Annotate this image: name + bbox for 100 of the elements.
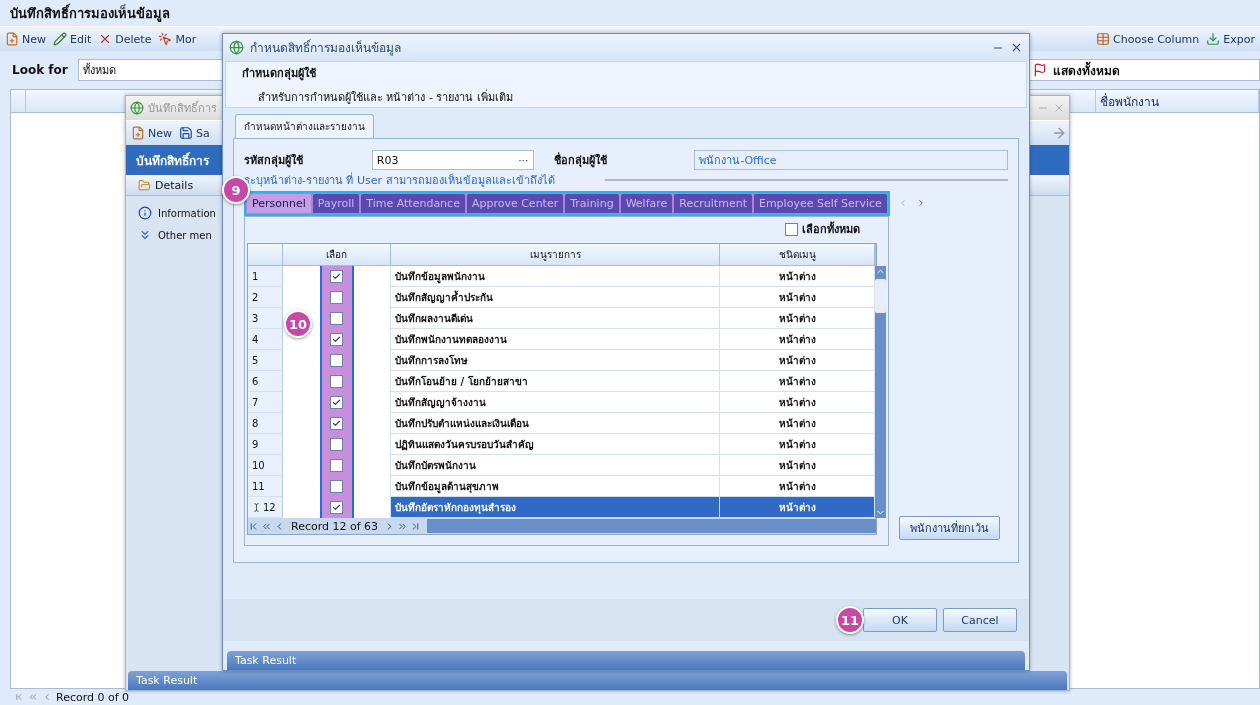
dialog-subheading: สำหรับการกำหนดผู้ใช้และ หน้าต่าง - รายงาน เพิ่มเติม [257, 88, 514, 106]
row-number: 11 [248, 476, 283, 497]
previous-icon[interactable] [42, 692, 52, 702]
group-code-field[interactable]: R03 ··· [371, 150, 534, 170]
table-cell: หน้าต่าง [720, 287, 875, 308]
module-tab[interactable]: Training [565, 194, 619, 213]
select-all-checkbox[interactable]: เลือกทั้งหมด [785, 221, 860, 237]
table-cell: บันทึกบัตรพนักงาน [391, 455, 720, 476]
toolbar-button[interactable]: Sa [176, 124, 213, 142]
table-cell: หน้าต่าง [720, 476, 875, 497]
toolbar-button[interactable]: New [2, 30, 49, 48]
save-icon [179, 126, 193, 140]
toolbar-button[interactable]: Choose Column [1093, 30, 1203, 48]
table-cell: หน้าต่าง [720, 413, 875, 434]
dialog-title: กำหนดสิทธิ์การมองเห็นข้อมูล [250, 38, 401, 57]
pager-text: Record 12 of 63 [290, 519, 380, 533]
table-cell: ปฏิทินแสดงวันครบรอบวันสำคัญ [391, 434, 720, 455]
info-icon [138, 206, 152, 220]
row-number: 6 [248, 371, 283, 392]
window-title: บันทึกสิทธิ์การ [148, 99, 217, 117]
table-cell: หน้าต่าง [720, 434, 875, 455]
hint-text: ระบุหน้าต่าง-รายงาน ที่ User สามารถมองเห็นข้อมูลและเข้าถึงได้ [244, 171, 555, 189]
column-header[interactable]: ชนิดเมนู [720, 244, 875, 266]
row-number: 10 [248, 455, 283, 476]
table-cell: หน้าต่าง [720, 497, 875, 518]
column-header[interactable]: ชื่อพนักงาน [1096, 90, 1259, 112]
new-document-icon [5, 32, 19, 46]
horizontal-scrollbar[interactable] [427, 519, 876, 533]
toolbar-button[interactable]: New [128, 124, 175, 142]
checkmark-icon [332, 398, 341, 407]
row-checkbox[interactable] [330, 333, 343, 346]
first-page-icon[interactable] [14, 692, 24, 702]
module-tab[interactable]: Approve Center [466, 194, 564, 213]
column-header[interactable]: เมนูรายการ [391, 244, 720, 266]
dialog-heading: กำหนดกลุ่มผู้ใช้ [242, 65, 317, 82]
module-tab[interactable]: Recruitment [674, 194, 752, 213]
toolbar-button[interactable]: Edit [50, 30, 95, 48]
pager-text: Record 0 of 0 [56, 690, 130, 704]
module-tab[interactable]: Payroll [312, 194, 360, 213]
flag-icon [1033, 63, 1047, 77]
nav-link[interactable]: Information [158, 207, 216, 219]
row-checkbox[interactable] [330, 438, 343, 451]
close-icon[interactable] [1010, 41, 1023, 54]
row-checkbox[interactable] [330, 459, 343, 472]
row-checkbox[interactable] [330, 501, 343, 514]
table-cell: บันทึกสัญญาจ้างงาน [391, 392, 720, 413]
row-checkbox[interactable] [330, 354, 343, 367]
row-checkbox[interactable] [330, 270, 343, 283]
row-checkbox[interactable] [330, 375, 343, 388]
dialog-button[interactable]: OK [863, 608, 937, 632]
column-header[interactable]: เลือก [283, 244, 391, 266]
module-tab[interactable]: Personnel [247, 194, 311, 213]
table-icon [1096, 32, 1111, 46]
row-number: 9 [248, 434, 283, 455]
row-checkbox[interactable] [330, 396, 343, 409]
globe-icon [229, 40, 244, 55]
table-cell: หน้าต่าง [720, 455, 875, 476]
filter-field[interactable]: แสดงทั้งหมด [1028, 59, 1260, 81]
row-number: 12 [248, 497, 283, 518]
row-number: 4 [248, 329, 283, 350]
row-number: 5 [248, 350, 283, 371]
row-indicator-icon [252, 502, 261, 512]
scrollbar[interactable] [875, 266, 886, 518]
module-tab[interactable]: Employee Self Service [753, 194, 887, 213]
row-checkbox[interactable] [330, 291, 343, 304]
toolbar-button[interactable]: Delete [95, 30, 155, 48]
header-corner [248, 244, 283, 266]
dialog-button[interactable]: Cancel [943, 608, 1017, 632]
new-document-icon [131, 126, 145, 140]
globe-icon [130, 101, 144, 115]
module-tab[interactable]: Welfare [620, 194, 673, 213]
toolbar-button[interactable]: Expor [1203, 30, 1258, 48]
double-chevron-icon [138, 228, 152, 242]
table-cell: หน้าต่าง [720, 392, 875, 413]
exceptions-button[interactable]: พนักงานที่ยกเว้น [899, 516, 1000, 540]
checkmark-icon [332, 419, 341, 428]
table-cell: บันทึกปรับตำแหน่งและเงินเดือน [391, 413, 720, 434]
header-text: บันทึกสิทธิ์การ [136, 151, 209, 170]
field-label: รหัสกลุ่มผู้ใช้ [244, 152, 304, 169]
row-checkbox[interactable] [330, 417, 343, 430]
first-page-icon[interactable] [248, 520, 259, 532]
row-number: 8 [248, 413, 283, 434]
tab[interactable]: กำหนดหน้าต่างและรายงาน [235, 114, 374, 138]
arrow-right-icon[interactable] [1051, 125, 1067, 141]
nav-link[interactable]: Other men [158, 229, 212, 241]
module-tab[interactable]: Time Attendance [361, 194, 465, 213]
folder-icon [138, 178, 151, 192]
previous-page-icon[interactable] [28, 692, 38, 702]
browse-button[interactable]: ··· [518, 153, 529, 167]
field-label: ชื่อกลุ่มผู้ใช้ [553, 151, 608, 169]
table-cell: หน้าต่าง [720, 266, 875, 287]
table-cell: บันทึกผลงานดีเด่น [391, 308, 720, 329]
row-checkbox[interactable] [330, 480, 343, 493]
table-cell: บันทึกโอนย้าย / โยกย้ายสาขา [391, 371, 720, 392]
row-checkbox[interactable] [330, 312, 343, 325]
toolbar-button[interactable]: Mor [155, 30, 200, 48]
scroll-thumb[interactable] [875, 279, 886, 313]
row-number: 7 [248, 392, 283, 413]
table-cell: หน้าต่าง [720, 308, 875, 329]
table-cell: หน้าต่าง [720, 350, 875, 371]
